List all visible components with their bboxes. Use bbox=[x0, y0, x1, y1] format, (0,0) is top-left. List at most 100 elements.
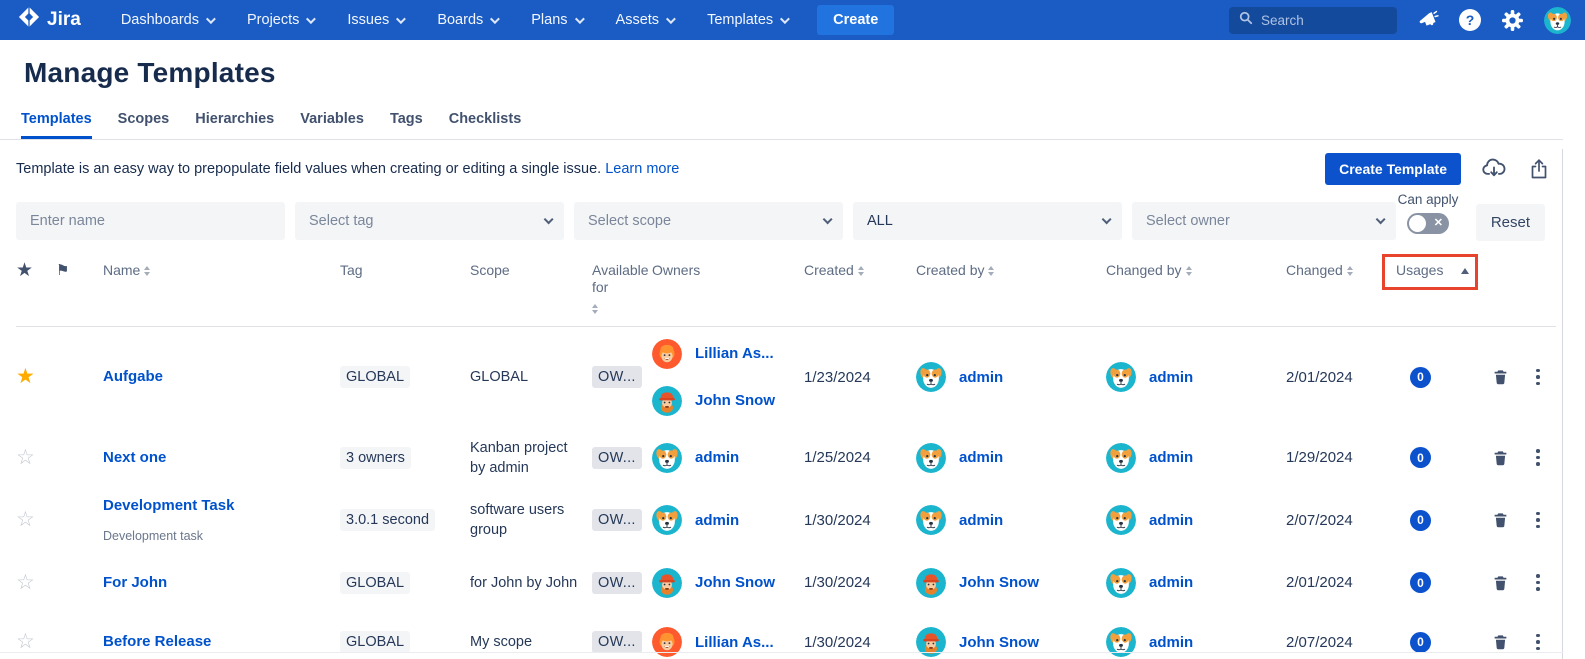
delete-button[interactable] bbox=[1488, 445, 1513, 471]
row-menu-button[interactable] bbox=[1532, 365, 1544, 390]
favorite-star-icon[interactable]: ☆ bbox=[16, 446, 35, 469]
flag-column-icon[interactable]: ⚑ bbox=[56, 262, 69, 280]
name-filter-field[interactable] bbox=[30, 213, 271, 229]
megaphone-icon[interactable] bbox=[1417, 9, 1439, 31]
header-available-for[interactable]: Available for bbox=[592, 262, 650, 314]
nav-templates[interactable]: Templates bbox=[707, 12, 787, 28]
usages-badge[interactable]: 0 bbox=[1410, 510, 1431, 531]
created-by-link[interactable]: John Snow bbox=[959, 634, 1039, 651]
admin-avatar[interactable] bbox=[652, 505, 682, 535]
delete-button[interactable] bbox=[1488, 507, 1513, 533]
name-filter-input[interactable] bbox=[16, 202, 285, 240]
can-apply-toggle[interactable]: ✕ bbox=[1407, 213, 1449, 234]
created-by-link[interactable]: John Snow bbox=[959, 574, 1039, 591]
header-name[interactable]: Name bbox=[92, 262, 340, 279]
admin-avatar[interactable] bbox=[916, 443, 946, 473]
favorite-star-icon[interactable]: ☆ bbox=[16, 630, 35, 653]
scope-filter-select[interactable]: Select scope bbox=[574, 202, 843, 240]
header-changed[interactable]: Changed bbox=[1286, 262, 1396, 279]
help-icon[interactable]: ? bbox=[1459, 9, 1481, 31]
admin-avatar[interactable] bbox=[1106, 568, 1136, 598]
usages-badge[interactable]: 0 bbox=[1410, 367, 1431, 388]
admin-avatar[interactable] bbox=[1106, 505, 1136, 535]
tab-variables[interactable]: Variables bbox=[300, 111, 364, 139]
gear-icon[interactable] bbox=[1501, 9, 1524, 32]
available-for-chip[interactable]: OW... bbox=[592, 509, 642, 531]
changed-by-link[interactable]: admin bbox=[1149, 574, 1193, 591]
tab-scopes[interactable]: Scopes bbox=[118, 111, 170, 139]
available-for-chip[interactable]: OW... bbox=[592, 447, 642, 469]
create-template-button[interactable]: Create Template bbox=[1325, 153, 1461, 185]
tab-tags[interactable]: Tags bbox=[390, 111, 423, 139]
template-name-link[interactable]: Development Task bbox=[103, 497, 234, 514]
nav-plans[interactable]: Plans bbox=[531, 12, 581, 28]
usages-badge[interactable]: 0 bbox=[1410, 572, 1431, 593]
template-name-link[interactable]: Aufgabe bbox=[103, 368, 163, 385]
tab-templates[interactable]: Templates bbox=[21, 111, 92, 139]
header-changed-by[interactable]: Changed by bbox=[1106, 262, 1286, 279]
owner-link[interactable]: John Snow bbox=[695, 392, 775, 409]
owner-link[interactable]: John Snow bbox=[695, 574, 775, 591]
user-avatar[interactable] bbox=[1544, 7, 1571, 34]
tag-filter-select[interactable]: Select tag bbox=[295, 202, 564, 240]
row-menu-button[interactable] bbox=[1532, 445, 1544, 470]
export-icon[interactable] bbox=[1527, 157, 1551, 181]
header-created-by[interactable]: Created by bbox=[916, 262, 1106, 279]
template-name-link[interactable]: For John bbox=[103, 574, 167, 591]
header-created[interactable]: Created bbox=[804, 262, 916, 279]
favorite-star-icon[interactable]: ☆ bbox=[16, 571, 35, 594]
john-avatar[interactable] bbox=[652, 386, 682, 416]
nav-create-button[interactable]: Create bbox=[817, 5, 894, 35]
owner-link[interactable]: Lillian As... bbox=[695, 634, 774, 651]
usages-badge[interactable]: 0 bbox=[1410, 632, 1431, 653]
available-for-chip[interactable]: OW... bbox=[592, 572, 642, 594]
reset-button[interactable]: Reset bbox=[1476, 204, 1545, 241]
favorite-star-icon[interactable]: ☆ bbox=[16, 508, 35, 531]
available-for-chip[interactable]: OW... bbox=[592, 366, 642, 388]
changed-by-link[interactable]: admin bbox=[1149, 369, 1193, 386]
learn-more-link[interactable]: Learn more bbox=[605, 161, 679, 177]
changed-by-link[interactable]: admin bbox=[1149, 449, 1193, 466]
owner-link[interactable]: admin bbox=[695, 512, 739, 529]
owner-link[interactable]: Lillian As... bbox=[695, 345, 774, 362]
admin-avatar[interactable] bbox=[916, 362, 946, 392]
admin-avatar[interactable] bbox=[1106, 443, 1136, 473]
admin-avatar[interactable] bbox=[916, 505, 946, 535]
lillian-avatar[interactable] bbox=[652, 339, 682, 369]
nav-assets[interactable]: Assets bbox=[616, 12, 674, 28]
created-by-link[interactable]: admin bbox=[959, 369, 1003, 386]
jira-brand[interactable]: Jira bbox=[18, 6, 81, 34]
created-by-link[interactable]: admin bbox=[959, 512, 1003, 529]
type-filter-select[interactable]: ALL bbox=[853, 202, 1122, 240]
row-menu-button[interactable] bbox=[1532, 508, 1544, 533]
john-avatar[interactable] bbox=[652, 568, 682, 598]
changed-by-link[interactable]: admin bbox=[1149, 634, 1193, 651]
changed-by-link[interactable]: admin bbox=[1149, 512, 1193, 529]
delete-button[interactable] bbox=[1488, 570, 1513, 596]
header-usages[interactable]: Usages bbox=[1396, 262, 1488, 279]
available-for-chip[interactable]: OW... bbox=[592, 631, 642, 653]
star-column-icon[interactable]: ★ bbox=[16, 262, 33, 280]
john-avatar[interactable] bbox=[916, 568, 946, 598]
nav-issues[interactable]: Issues bbox=[347, 12, 403, 28]
owner-link[interactable]: admin bbox=[695, 449, 739, 466]
nav-boards[interactable]: Boards bbox=[437, 12, 497, 28]
global-search[interactable] bbox=[1229, 7, 1397, 34]
favorite-star-icon[interactable]: ★ bbox=[16, 365, 35, 388]
delete-button[interactable] bbox=[1488, 364, 1513, 390]
cloud-download-icon[interactable] bbox=[1481, 156, 1507, 182]
row-menu-button[interactable] bbox=[1532, 570, 1544, 595]
template-name-link[interactable]: Next one bbox=[103, 449, 166, 466]
owner-filter-select[interactable]: Select owner bbox=[1132, 202, 1396, 240]
row-menu-button[interactable] bbox=[1532, 630, 1544, 655]
nav-projects[interactable]: Projects bbox=[247, 12, 313, 28]
template-name-link[interactable]: Before Release bbox=[103, 633, 211, 650]
tab-hierarchies[interactable]: Hierarchies bbox=[195, 111, 274, 139]
nav-dashboards[interactable]: Dashboards bbox=[121, 12, 213, 28]
created-by-link[interactable]: admin bbox=[959, 449, 1003, 466]
usages-badge[interactable]: 0 bbox=[1410, 447, 1431, 468]
admin-avatar[interactable] bbox=[1106, 362, 1136, 392]
search-input[interactable] bbox=[1261, 13, 1381, 28]
tab-checklists[interactable]: Checklists bbox=[449, 111, 522, 139]
admin-avatar[interactable] bbox=[652, 443, 682, 473]
